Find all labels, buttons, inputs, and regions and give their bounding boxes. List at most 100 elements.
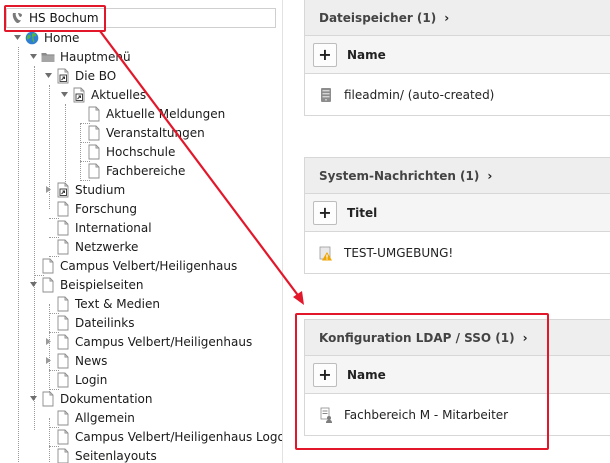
page-icon[interactable] [56,448,70,463]
tree-item-label[interactable]: Campus Velbert/Heiligenhaus Logo [75,430,282,444]
tree-item-label[interactable]: Die BO [75,69,116,83]
tree-item[interactable]: Hochschule [87,142,175,161]
page-icon[interactable] [56,429,70,445]
tree-item[interactable]: Die BO [45,66,116,85]
page-icon[interactable] [56,315,70,331]
shortcut-page-icon[interactable] [56,68,70,84]
record-row[interactable]: Fachbereich M - Mitarbeiter [305,394,610,435]
record-row[interactable]: TEST-UMGEBUNG! [305,232,610,273]
shortcut-page-icon[interactable] [56,182,70,198]
tree-item[interactable]: Campus Velbert/Heiligenhaus [46,332,252,351]
tree-item[interactable]: Aktuelle Meldungen [87,104,225,123]
record-title[interactable]: fileadmin/ (auto-created) [344,88,494,102]
tree-item[interactable]: Allgemein [56,408,135,427]
add-record-button[interactable]: + [313,362,337,387]
caret-right-icon[interactable] [44,351,53,370]
tree-item[interactable]: Veranstaltungen [87,123,205,142]
page-icon[interactable] [87,106,101,122]
chevron-right-icon[interactable]: › [523,331,528,345]
tree-item[interactable]: Netzwerke [56,237,138,256]
tree-item-label[interactable]: Seitenlayouts [75,449,157,463]
tree-item[interactable]: Studium [46,180,125,199]
tree-item-label[interactable]: Campus Velbert/Heiligenhaus [75,335,252,349]
tree-item-label[interactable]: Dateilinks [75,316,135,330]
tree-item[interactable]: Home [14,28,79,47]
tree-item-label[interactable]: Beispielseiten [60,278,144,292]
tree-item[interactable]: Forschung [56,199,137,218]
tree-item[interactable]: Text & Medien [56,294,160,313]
page-icon[interactable] [56,201,70,217]
page-icon[interactable] [41,258,55,274]
page-icon[interactable] [87,125,101,141]
tree-item[interactable]: International [56,218,152,237]
tree-item-label[interactable]: Studium [75,183,125,197]
tree-item-label[interactable]: Hauptmenü [60,50,131,64]
page-icon[interactable] [87,144,101,160]
tree-item-label[interactable]: Hochschule [106,145,175,159]
tree-item[interactable]: Hauptmenü [30,47,131,66]
tree-item[interactable]: Dateilinks [56,313,135,332]
page-icon[interactable] [56,334,70,350]
caret-right-icon[interactable] [44,180,53,199]
shortcut-page-icon[interactable] [72,87,86,103]
storage-icon [321,87,331,102]
tree-item[interactable]: News [46,351,107,370]
panel-header[interactable]: Konfiguration LDAP / SSO (1) › [305,320,610,356]
caret-right-icon[interactable] [44,332,53,351]
chevron-right-icon[interactable]: › [444,11,449,25]
tree-splitter[interactable] [282,0,283,463]
tree-item-label[interactable]: Dokumentation [60,392,153,406]
page-icon[interactable] [87,163,101,179]
tree-item[interactable]: Aktuelles [61,85,146,104]
tree-root-node[interactable]: HS Bochum [6,8,276,28]
tree-item-label[interactable]: Fachbereiche [106,164,185,178]
page-icon[interactable] [56,410,70,426]
tree-item[interactable]: Campus Velbert/Heiligenhaus Logo [56,427,282,446]
tree-item[interactable]: Campus Velbert/Heiligenhaus [41,256,237,275]
tree-item-label[interactable]: Home [44,31,79,45]
tree-item-label[interactable]: Campus Velbert/Heiligenhaus [60,259,237,273]
add-record-button[interactable]: + [313,42,337,67]
panel-header[interactable]: System-Nachrichten (1) › [305,158,610,194]
page-icon[interactable] [41,391,55,407]
caret-down-icon[interactable] [29,389,38,408]
caret-down-icon[interactable] [29,47,38,66]
tree-item-label[interactable]: Login [75,373,107,387]
caret-down-icon[interactable] [29,275,38,294]
record-title[interactable]: TEST-UMGEBUNG! [344,246,453,260]
caret-down-icon[interactable] [44,66,53,85]
folder-icon[interactable] [41,49,55,65]
caret-down-icon[interactable] [13,28,22,47]
page-icon[interactable] [56,353,70,369]
caret-down-icon[interactable] [60,85,69,104]
page-tree: HS Bochum Home Hauptmenü Die BO Aktuelles Ak… [0,0,282,463]
tree-item-label[interactable]: News [75,354,107,368]
chevron-right-icon[interactable]: › [487,169,492,183]
tree-item[interactable]: Fachbereiche [87,161,185,180]
column-label[interactable]: Titel [347,206,377,220]
tree-item-label[interactable]: Veranstaltungen [106,126,205,140]
tree-item-label[interactable]: Netzwerke [75,240,138,254]
column-label[interactable]: Name [347,368,386,382]
page-icon[interactable] [41,277,55,293]
tree-item[interactable]: Dokumentation [30,389,153,408]
tree-item[interactable]: Login [56,370,107,389]
tree-item-label[interactable]: Allgemein [75,411,135,425]
tree-item-label[interactable]: Text & Medien [75,297,160,311]
add-record-button[interactable]: + [313,200,337,225]
column-label[interactable]: Name [347,48,386,62]
page-icon[interactable] [56,372,70,388]
panel-header[interactable]: Dateispeicher (1) › [305,0,610,36]
tree-item-label[interactable]: Aktuelles [91,88,146,102]
record-title[interactable]: Fachbereich M - Mitarbeiter [344,408,508,422]
tree-item[interactable]: Beispielseiten [30,275,144,294]
page-icon[interactable] [56,220,70,236]
page-icon[interactable] [56,296,70,312]
globe-icon[interactable] [25,30,39,46]
tree-item-label[interactable]: International [75,221,152,235]
tree-item-label[interactable]: Forschung [75,202,137,216]
tree-item-label[interactable]: Aktuelle Meldungen [106,107,225,121]
record-row[interactable]: fileadmin/ (auto-created) [305,74,610,115]
page-icon[interactable] [56,239,70,255]
tree-item[interactable]: Seitenlayouts [56,446,157,463]
